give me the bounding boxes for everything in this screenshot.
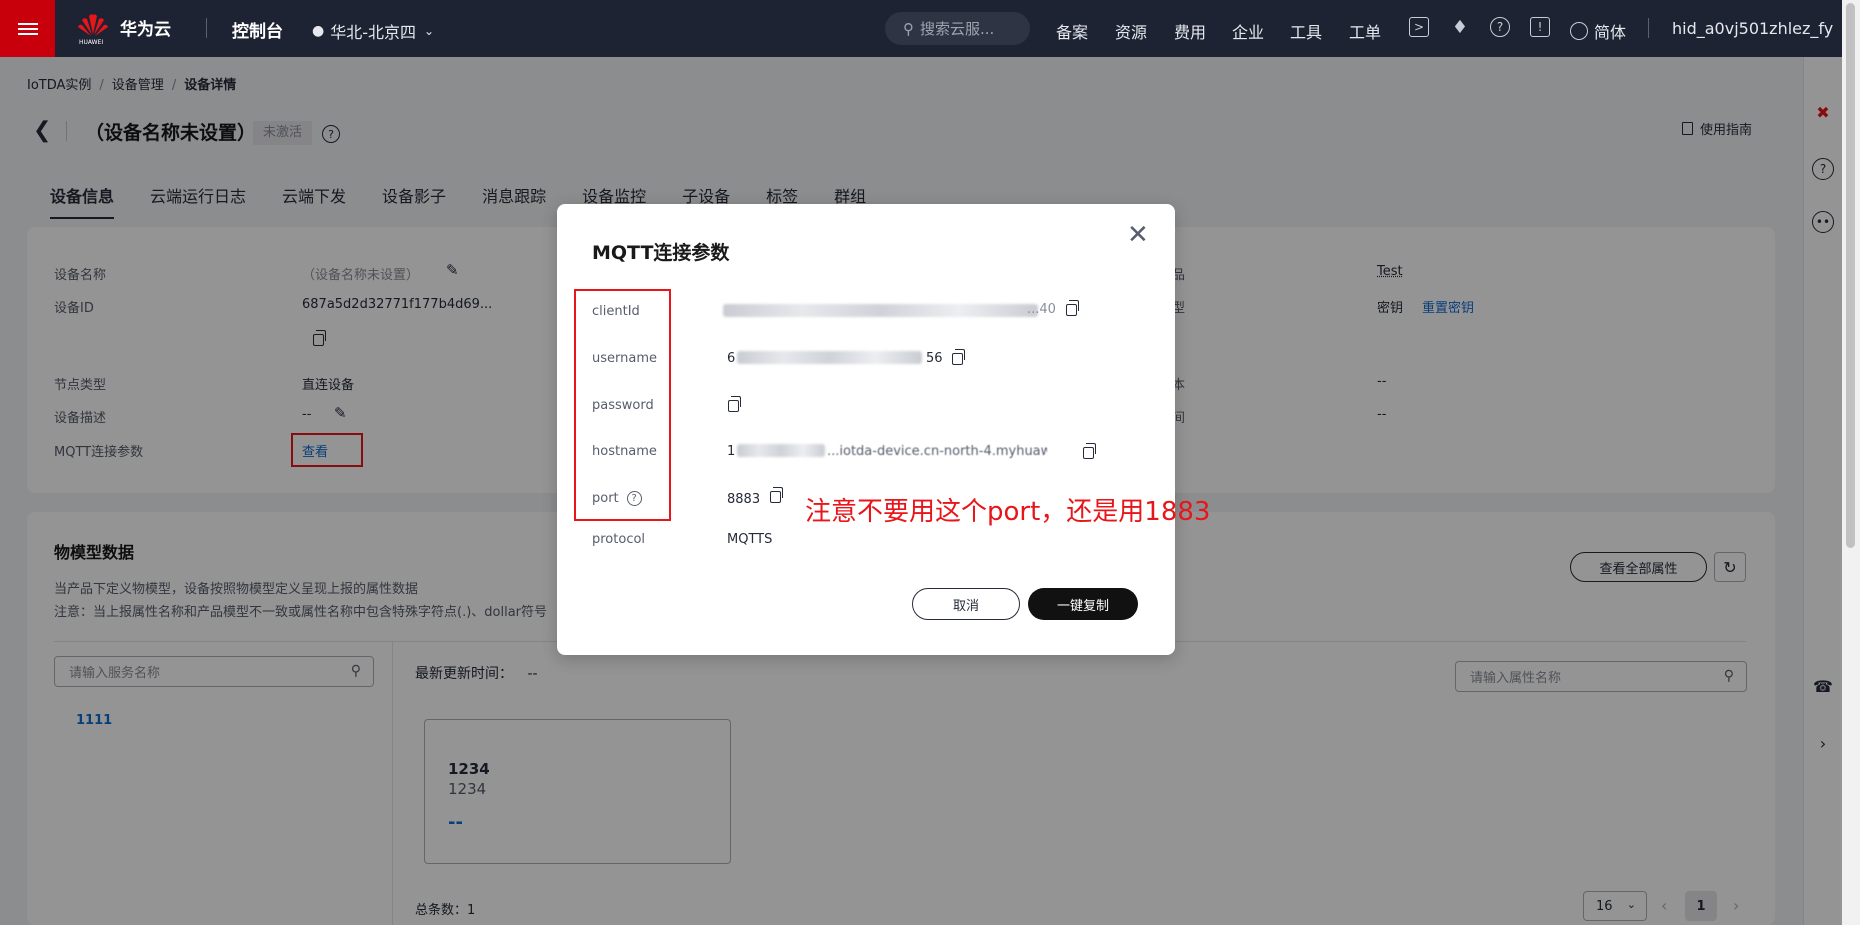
redacted-value xyxy=(723,304,1038,317)
copy-all-button[interactable]: 一键复制 xyxy=(1028,588,1138,620)
username-suffix: 56 xyxy=(926,351,943,366)
search-input[interactable]: ⚲ 搜索云服... xyxy=(885,12,1030,45)
username-prefix: 6 xyxy=(727,351,736,366)
mqtt-params-dialog: MQTT连接参数 ✕ clientId ...40 username 6 56 … xyxy=(557,204,1175,655)
language-label: 简体 xyxy=(1594,23,1627,42)
nav-enterprise[interactable]: 企业 xyxy=(1232,19,1264,43)
copy-icon[interactable] xyxy=(1083,443,1096,459)
divider xyxy=(206,18,207,38)
bell-icon[interactable]: ♦ xyxy=(1450,17,1470,38)
user-account[interactable]: hid_a0vj501zhlez_fy xyxy=(1672,19,1833,38)
chevron-down-icon: ⌄ xyxy=(424,24,435,38)
region-label: 华北-北京四 xyxy=(330,23,416,42)
divider xyxy=(1648,18,1649,38)
huawei-logo-icon xyxy=(78,14,108,36)
cancel-button[interactable]: 取消 xyxy=(912,588,1020,620)
scrollbar-thumb[interactable] xyxy=(1846,3,1855,548)
copy-icon[interactable] xyxy=(728,396,741,412)
annotation-box xyxy=(574,289,671,521)
terminal-icon[interactable]: > xyxy=(1409,17,1429,37)
copy-icon[interactable] xyxy=(1066,300,1079,316)
annotation-text: 注意不要用这个port，还是用1883 xyxy=(805,497,1211,527)
hostname-prefix: 1 xyxy=(727,444,736,459)
nav-tickets[interactable]: 工单 xyxy=(1349,19,1381,43)
nav-tools[interactable]: 工具 xyxy=(1290,19,1322,43)
page-scrollbar[interactable] xyxy=(1842,0,1860,925)
redacted-value xyxy=(737,351,922,364)
copy-icon[interactable] xyxy=(952,349,965,365)
region-selector[interactable]: ● 华北-北京四 ⌄ xyxy=(312,19,434,43)
nav-resources[interactable]: 资源 xyxy=(1115,19,1147,43)
language-selector[interactable]: 简体 xyxy=(1570,19,1626,43)
brand-sub: HUAWEI xyxy=(79,39,104,46)
search-placeholder: 搜索云服... xyxy=(920,20,995,38)
hostname-suffix: ...iotda-device.cn-north-4.myhuaweicloud… xyxy=(827,444,1047,459)
protocol-value: MQTTS xyxy=(727,532,773,547)
feedback-icon[interactable]: ! xyxy=(1530,17,1550,37)
redacted-value xyxy=(737,444,825,457)
location-pin-icon: ● xyxy=(312,23,325,39)
search-icon: ⚲ xyxy=(903,19,914,38)
nav-billing[interactable]: 费用 xyxy=(1174,19,1206,43)
dialog-title: MQTT连接参数 xyxy=(592,242,730,264)
nav-filing[interactable]: 备案 xyxy=(1056,19,1088,43)
help-icon[interactable]: ? xyxy=(1490,17,1510,37)
clientid-value: ...40 xyxy=(1027,302,1056,317)
protocol-label: protocol xyxy=(592,532,646,547)
hamburger-menu-icon[interactable] xyxy=(0,0,55,57)
globe-icon xyxy=(1570,22,1588,40)
top-navigation-bar: 华为云 HUAWEI 控制台 ● 华北-北京四 ⌄ ⚲ 搜索云服... 备案 资… xyxy=(0,0,1842,57)
console-link[interactable]: 控制台 xyxy=(232,17,283,42)
copy-icon[interactable] xyxy=(770,487,783,503)
huawei-cloud-logo[interactable]: 华为云 HUAWEI xyxy=(76,12,171,46)
brand-name: 华为云 xyxy=(120,19,171,40)
close-icon[interactable]: ✕ xyxy=(1127,222,1149,248)
port-value: 8883 xyxy=(727,492,761,507)
